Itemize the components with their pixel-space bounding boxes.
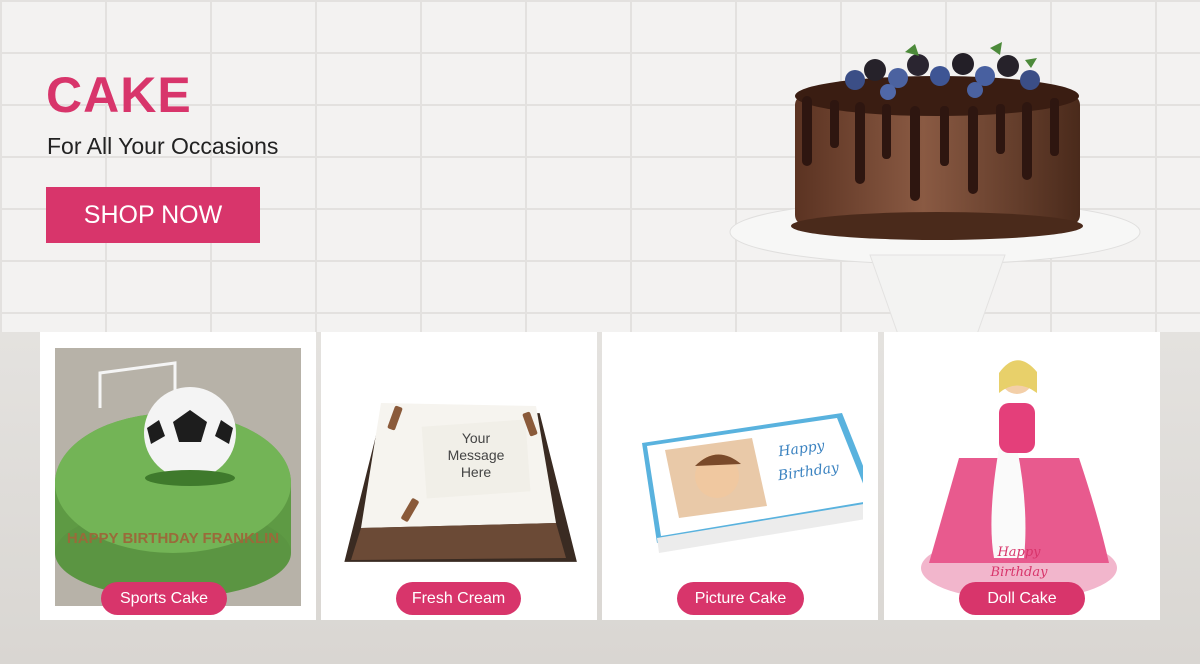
sports-cake-button[interactable]: Sports Cake: [101, 582, 227, 615]
doll-cake-inscription: Happy: [996, 545, 1041, 560]
chocolate-cake-image: [729, 42, 1141, 340]
svg-text:Birthday: Birthday: [990, 565, 1049, 580]
doll-cake-button[interactable]: Doll Cake: [959, 582, 1085, 615]
category-card-fresh-cream[interactable]: Your Message Here: [321, 332, 597, 620]
svg-text:Message: Message: [448, 447, 505, 463]
fresh-cream-cake-image: Your Message Here: [336, 348, 582, 606]
svg-text:Here: Here: [461, 464, 492, 480]
hero-title: CAKE: [46, 67, 192, 123]
category-card-doll-cake[interactable]: Happy Birthday: [884, 332, 1160, 620]
doll-cake-image: Happy Birthday: [899, 348, 1145, 606]
picture-cake-button[interactable]: Picture Cake: [677, 582, 804, 615]
picture-cake-image: Happy Birthday: [617, 348, 863, 606]
fresh-cream-message: Your: [462, 430, 491, 446]
fresh-cream-button[interactable]: Fresh Cream: [396, 582, 521, 615]
shop-now-button[interactable]: SHOP NOW: [46, 187, 260, 243]
sports-cake-image: HAPPY BIRTHDAY FRANKLIN: [55, 348, 301, 606]
sports-cake-inscription: HAPPY BIRTHDAY FRANKLIN: [67, 530, 279, 547]
category-card-sports-cake[interactable]: HAPPY BIRTHDAY FRANKLIN: [40, 332, 316, 620]
category-card-picture-cake[interactable]: Happy Birthday: [602, 332, 878, 620]
hero-subtitle: For All Your Occasions: [47, 133, 279, 159]
